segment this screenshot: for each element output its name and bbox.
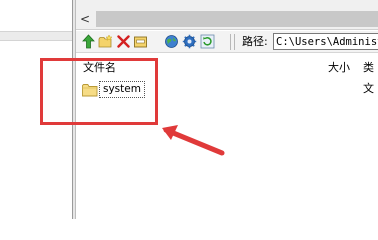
new-folder-icon[interactable] bbox=[98, 34, 113, 49]
toolbar-separator bbox=[234, 34, 235, 50]
scroll-track[interactable] bbox=[96, 11, 378, 27]
column-header-type[interactable]: 类 bbox=[363, 61, 374, 75]
left-pane-toolbar-band bbox=[0, 31, 72, 41]
file-list-header: 文件名 大小 类 bbox=[76, 60, 378, 76]
folder-icon bbox=[82, 82, 98, 97]
refresh-icon[interactable] bbox=[200, 34, 215, 49]
toolbar-separator bbox=[230, 34, 231, 50]
file-row-system[interactable]: system 文 bbox=[81, 81, 378, 98]
top-strip bbox=[76, 0, 378, 8]
delete-icon[interactable] bbox=[116, 34, 131, 49]
globe-icon[interactable] bbox=[164, 34, 179, 49]
column-header-name[interactable]: 文件名 bbox=[83, 61, 116, 75]
file-list-pane: < 路径: C:\Users\Adminis 文件名 大小 类 system 文 bbox=[76, 0, 378, 219]
file-toolbar: 路径: C:\Users\Administrator bbox=[76, 31, 378, 53]
path-input[interactable]: C:\Users\Administrator bbox=[273, 33, 378, 50]
file-type-cell: 文 bbox=[363, 82, 374, 95]
up-arrow-icon[interactable] bbox=[81, 34, 96, 49]
path-label: 路径: bbox=[242, 35, 268, 48]
settings-gear-icon[interactable] bbox=[182, 34, 197, 49]
scroll-left-button[interactable]: < bbox=[78, 11, 92, 27]
rename-icon[interactable] bbox=[133, 34, 148, 49]
folder-tree-pane[interactable] bbox=[0, 0, 72, 219]
horizontal-scrollbar[interactable]: < bbox=[76, 8, 378, 30]
column-header-size[interactable]: 大小 bbox=[328, 61, 350, 75]
file-name[interactable]: system bbox=[99, 81, 145, 98]
